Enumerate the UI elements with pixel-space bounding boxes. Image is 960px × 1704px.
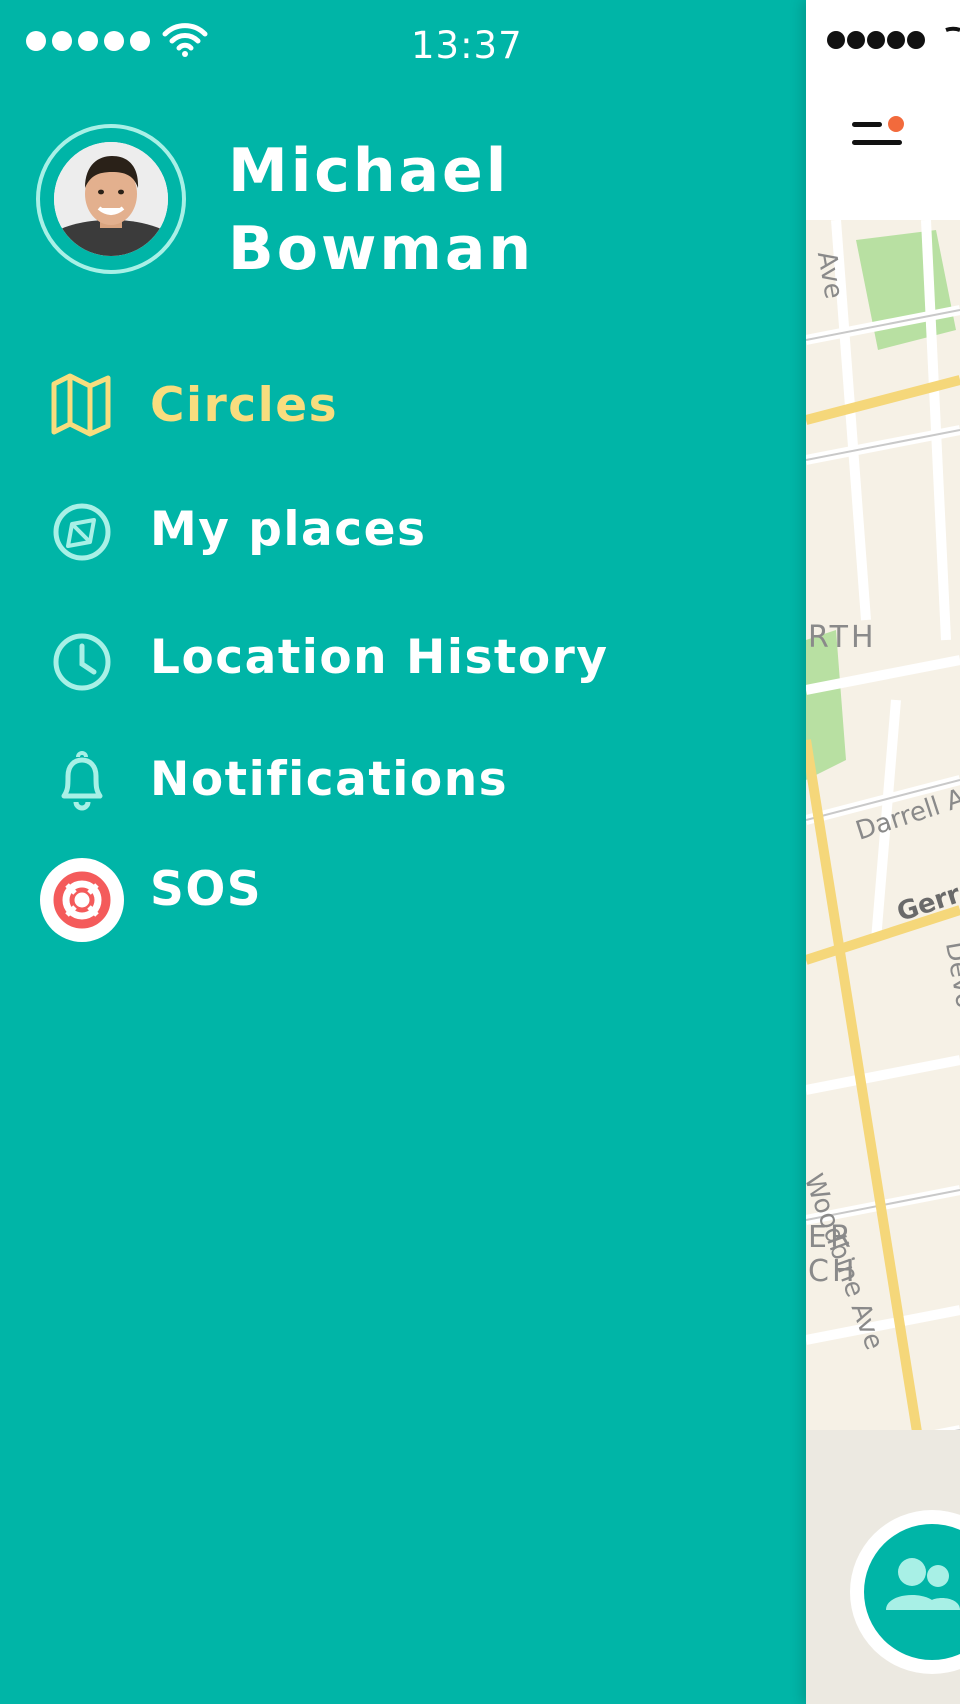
menu-item-circles[interactable]: Circles bbox=[0, 352, 700, 442]
map-header bbox=[806, 0, 960, 220]
bell-icon bbox=[61, 751, 103, 811]
circles-fab-button[interactable] bbox=[864, 1524, 960, 1660]
avatar-ring bbox=[36, 124, 186, 274]
map-streets bbox=[806, 219, 960, 1704]
menu-item-my-places[interactable]: My places bbox=[0, 476, 700, 566]
menu-item-location-history[interactable]: Location History bbox=[0, 606, 700, 696]
map-label-north: RTH bbox=[808, 620, 877, 655]
status-bar: 13:37 bbox=[0, 20, 806, 70]
map-label-er: ER bbox=[808, 1220, 854, 1255]
compass-icon bbox=[53, 503, 111, 561]
map-screen-preview[interactable]: Ave RTH Darrell A Gerra Devo Woodbine Av… bbox=[806, 0, 960, 1704]
notification-dot bbox=[888, 116, 904, 132]
menu-item-label: My places bbox=[150, 502, 427, 557]
map-icon bbox=[51, 373, 111, 437]
menu-item-label: Notifications bbox=[150, 752, 509, 807]
circles-fab[interactable] bbox=[850, 1510, 960, 1674]
lifebuoy-icon bbox=[40, 858, 124, 942]
status-time: 13:37 bbox=[411, 24, 523, 67]
menu-item-label: Circles bbox=[150, 378, 339, 433]
avatar[interactable] bbox=[54, 142, 168, 256]
user-name: Michael Bowman bbox=[228, 136, 535, 284]
menu-toggle-icon[interactable] bbox=[848, 114, 908, 158]
map-view[interactable]: Ave RTH Darrell A Gerra Devo Woodbine Av… bbox=[806, 219, 960, 1704]
user-profile[interactable]: Michael Bowman bbox=[36, 124, 736, 284]
menu-item-label: SOS bbox=[150, 862, 263, 917]
signal-strength-icon bbox=[26, 31, 150, 51]
menu-item-sos[interactable]: SOS bbox=[0, 846, 700, 942]
signal-strength-icon bbox=[827, 26, 960, 49]
wifi-icon bbox=[162, 23, 208, 57]
people-icon bbox=[886, 1558, 960, 1610]
navigation-drawer: 13:37 Michael Bowman Circles My places L… bbox=[0, 0, 806, 1704]
avatar-photo bbox=[54, 142, 168, 256]
clock-icon bbox=[53, 633, 111, 691]
menu-item-notifications[interactable]: Notifications bbox=[0, 728, 700, 818]
menu-item-label: Location History bbox=[150, 630, 609, 685]
map-label-ch: CH bbox=[808, 1254, 858, 1289]
